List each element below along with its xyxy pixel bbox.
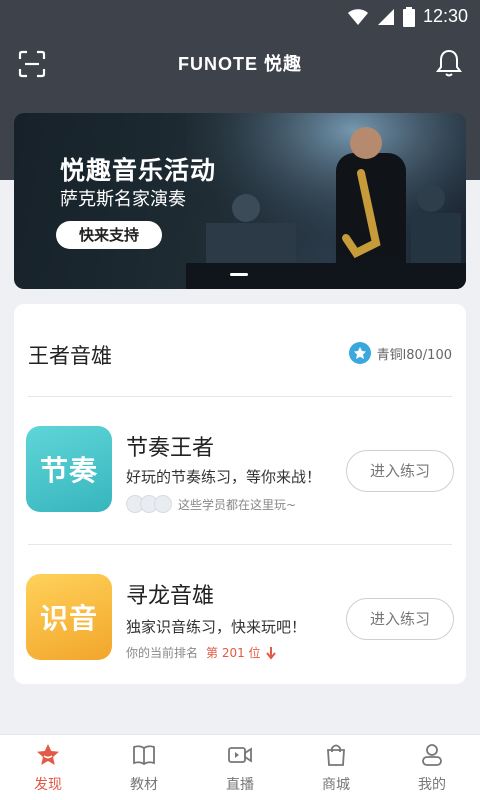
game-item-pitch[interactable]: 识音 寻龙音雄 独家识音练习，快来玩吧！ 你的当前排名 第 201 位 进入练习 xyxy=(14,552,466,672)
wifi-icon xyxy=(347,8,368,25)
ranking-row: 你的当前排名 第 201 位 xyxy=(126,644,277,661)
bag-icon xyxy=(327,744,345,766)
battery-icon xyxy=(402,6,415,27)
status-time: 12:30 xyxy=(422,6,468,26)
game-item-rhythm[interactable]: 节奏 节奏王者 好玩的节奏练习，等你来战！ 这些学员都在这里玩~ 进入练习 xyxy=(14,404,466,524)
tab-mall[interactable]: 商城 xyxy=(288,735,384,800)
bottom-tab-bar: 发现 教材 直播 商城 我的 xyxy=(0,734,480,800)
game-description: 好玩的节奏练习，等你来战！ xyxy=(126,468,322,486)
tab-label: 直播 xyxy=(226,776,254,793)
banner-subtitle: 萨克斯名家演奏 xyxy=(60,189,186,210)
game-name: 节奏王者 xyxy=(126,436,215,461)
arrow-down-icon xyxy=(265,646,276,660)
players-text: 这些学员都在这里玩~ xyxy=(178,497,297,512)
book-icon xyxy=(133,744,155,765)
players-row: 这些学员都在这里玩~ xyxy=(126,495,296,513)
enter-practice-button[interactable]: 进入练习 xyxy=(346,450,454,492)
enter-practice-button[interactable]: 进入练习 xyxy=(346,598,454,640)
divider xyxy=(28,544,452,545)
banner-title: 悦趣音乐活动 xyxy=(60,156,217,185)
tab-textbook[interactable]: 教材 xyxy=(96,735,192,800)
tab-profile[interactable]: 我的 xyxy=(384,735,480,800)
signal-icon xyxy=(377,8,394,25)
tab-label: 我的 xyxy=(418,776,446,793)
carousel-indicator xyxy=(230,273,248,276)
event-banner[interactable]: 悦趣音乐活动 萨克斯名家演奏 快来支持 xyxy=(14,113,466,289)
video-icon xyxy=(228,746,252,763)
game-description: 独家识音练习，快来玩吧！ xyxy=(126,618,307,636)
tab-discover[interactable]: 发现 xyxy=(0,735,96,800)
rank-text: 青铜l80/100 xyxy=(376,347,452,363)
divider xyxy=(28,396,452,397)
tab-label: 教材 xyxy=(130,776,158,793)
ranking-value: 第 201 位 xyxy=(206,646,261,660)
saxophone-concert-photo xyxy=(186,113,466,289)
bronze-rank-icon xyxy=(348,342,371,364)
section-title: 王者音雄 xyxy=(28,344,112,368)
rhythm-game-icon: 节奏 xyxy=(26,426,112,512)
games-card: 王者音雄 青铜l80/100 节奏 节奏王者 好玩的节奏练习，等你来战！ 这些学… xyxy=(14,304,466,684)
tab-live[interactable]: 直播 xyxy=(192,735,288,800)
rank-badge[interactable]: 青铜l80/100 xyxy=(348,342,452,364)
status-bar: 12:30 xyxy=(0,0,480,34)
pitch-game-icon: 识音 xyxy=(26,574,112,660)
app-logo: FUNOTE 悦趣 xyxy=(178,54,302,74)
user-icon xyxy=(422,743,442,766)
tab-label: 商城 xyxy=(322,776,350,793)
avatar xyxy=(154,495,172,513)
tab-label: 发现 xyxy=(34,776,62,793)
bell-icon[interactable] xyxy=(436,48,462,78)
game-name: 寻龙音雄 xyxy=(126,584,215,609)
ranking-label: 你的当前排名 xyxy=(126,646,199,660)
support-button[interactable]: 快来支持 xyxy=(56,221,162,249)
star-icon xyxy=(37,743,59,765)
app-bar: FUNOTE 悦趣 xyxy=(0,40,480,88)
